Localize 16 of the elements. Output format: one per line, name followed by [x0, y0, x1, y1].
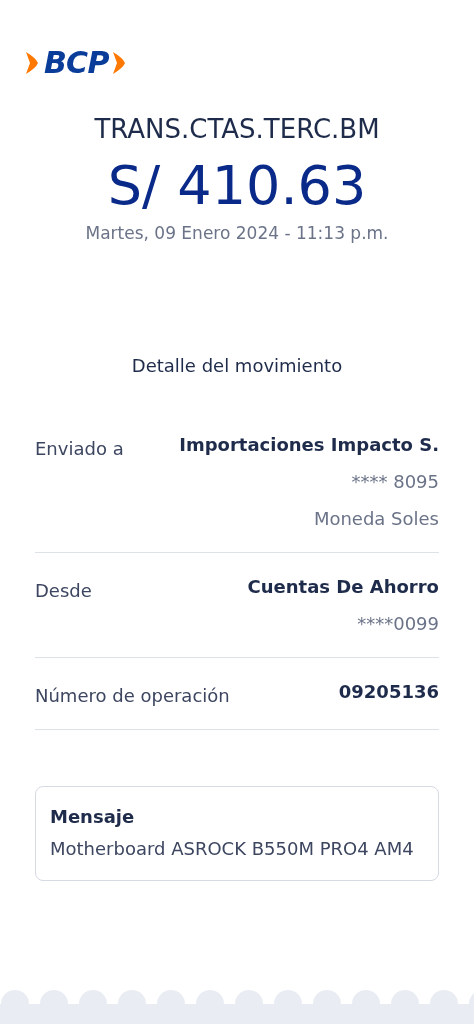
detail-value: Cuentas De Ahorro — [247, 574, 439, 599]
detail-label: Número de operación — [35, 683, 230, 708]
detail-value: Importaciones Impacto S. — [179, 432, 439, 457]
detail-value: ****0099 — [357, 611, 439, 636]
transaction-date: Martes, 09 Enero 2024 - 11:13 p.m. — [85, 222, 389, 245]
amount: S/ 410.63 — [107, 152, 367, 219]
detail-value: **** 8095 — [351, 469, 439, 494]
detail-value: Moneda Soles — [313, 506, 439, 531]
detail-label: Enviado a — [35, 436, 124, 461]
transaction-title: TRANS.CTAS.TERC.BM — [94, 113, 380, 146]
detail-value: 09205136 — [338, 679, 439, 704]
message-text: Motherboard ASROCK B550M PRO4 AM4 — [50, 836, 415, 861]
section-heading: Detalle del movimiento — [131, 353, 343, 378]
message-title: Mensaje — [50, 804, 136, 829]
detail-label: Desde — [35, 578, 92, 603]
logo: BCP — [44, 48, 109, 78]
